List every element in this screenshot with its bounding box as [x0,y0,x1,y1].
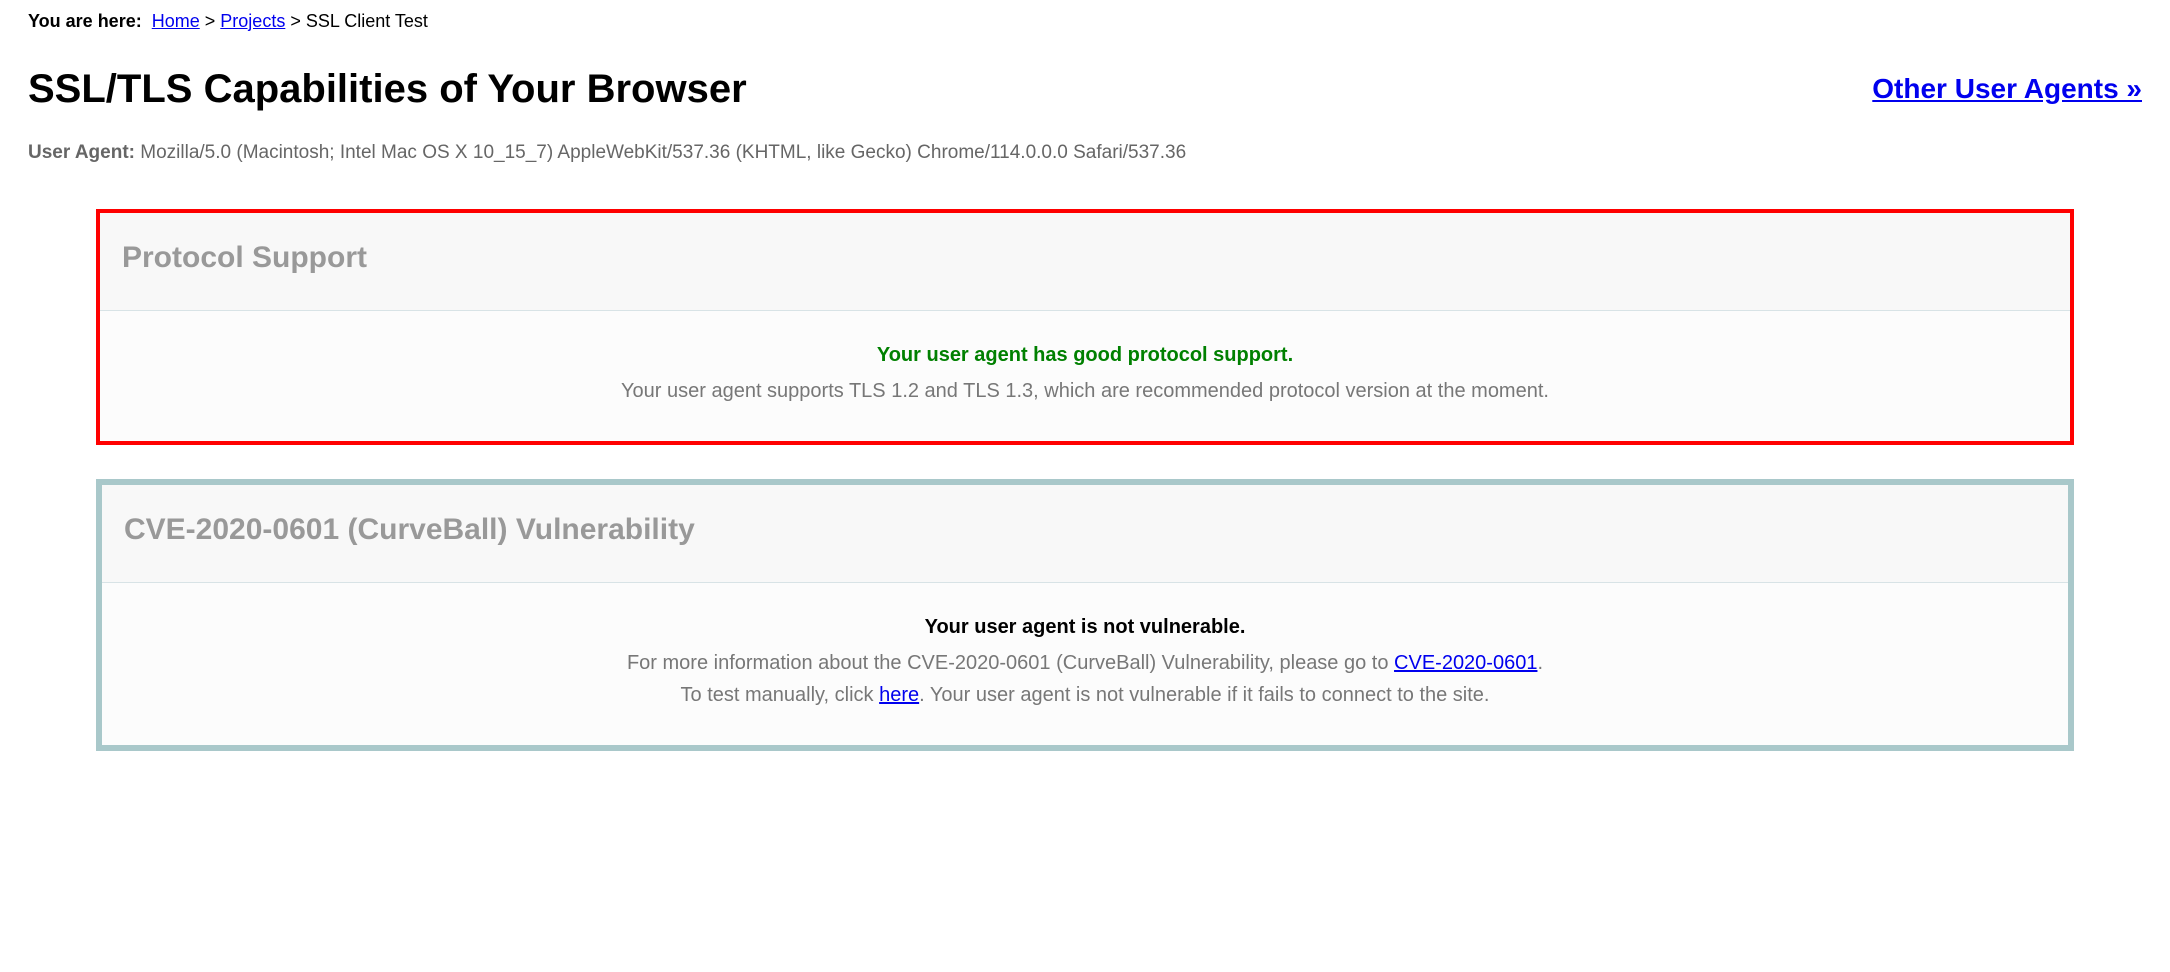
protocol-support-card: Protocol Support Your user agent has goo… [96,209,2074,445]
protocol-card-head: Protocol Support [100,213,2070,311]
protocol-card-body: Your user agent has good protocol suppor… [100,311,2070,441]
breadcrumb-sep: > [205,11,216,31]
protocol-card-title: Protocol Support [122,235,2048,280]
cve-line2-post: . Your user agent is not vulnerable if i… [919,684,1489,706]
cve-card-title: CVE-2020-0601 (CurveBall) Vulnerability [124,507,2046,552]
cve-headline: Your user agent is not vulnerable. [122,611,2048,643]
user-agent-value: Mozilla/5.0 (Macintosh; Intel Mac OS X 1… [140,142,1186,163]
cve-line1: For more information about the CVE-2020-… [122,647,2048,679]
breadcrumb-sep: > [290,11,301,31]
cve-card: CVE-2020-0601 (CurveBall) Vulnerability … [96,479,2074,751]
breadcrumb-projects-link[interactable]: Projects [220,11,285,31]
breadcrumb-label: You are here: [28,11,142,31]
protocol-headline: Your user agent has good protocol suppor… [120,339,2050,371]
user-agent-line: User Agent: Mozilla/5.0 (Macintosh; Inte… [28,137,2142,169]
cve-link[interactable]: CVE-2020-0601 [1394,652,1537,674]
breadcrumb-home-link[interactable]: Home [152,11,200,31]
page-title: SSL/TLS Capabilities of Your Browser [28,59,747,119]
protocol-detail: Your user agent supports TLS 1.2 and TLS… [120,375,2050,407]
cve-line2-pre: To test manually, click [681,684,880,706]
cve-here-link[interactable]: here [879,684,919,706]
cve-line1-post: . [1537,652,1543,674]
breadcrumb: You are here: Home > Projects > SSL Clie… [28,8,2142,35]
cve-card-head: CVE-2020-0601 (CurveBall) Vulnerability [102,485,2068,583]
cve-line2: To test manually, click here. Your user … [122,679,2048,711]
user-agent-key: User Agent: [28,142,135,163]
cve-line1-pre: For more information about the CVE-2020-… [627,652,1394,674]
breadcrumb-current: SSL Client Test [306,11,428,31]
cve-card-body: Your user agent is not vulnerable. For m… [102,583,2068,745]
other-user-agents-link[interactable]: Other User Agents » [1872,68,2142,110]
header-row: SSL/TLS Capabilities of Your Browser Oth… [28,59,2142,119]
